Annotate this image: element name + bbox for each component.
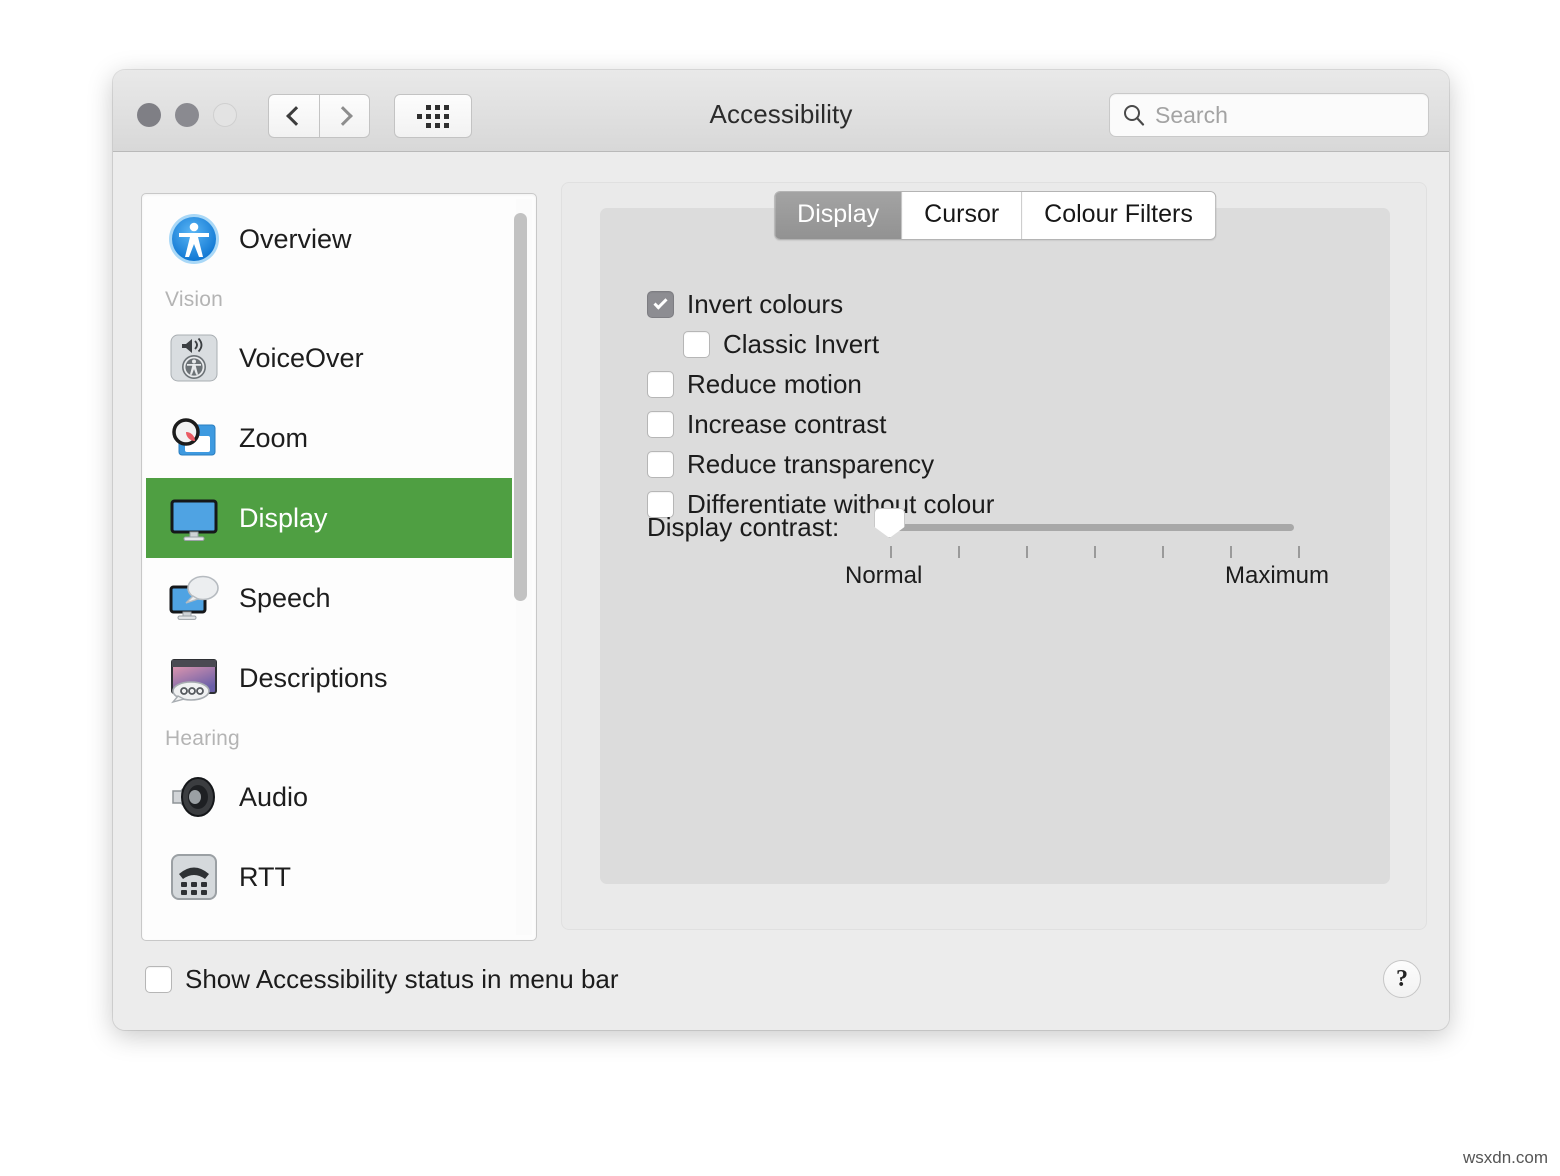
slider-tick [958,546,960,558]
sidebar-item-audio[interactable]: Audio [146,757,512,837]
search-placeholder: Search [1155,102,1228,129]
slider-tick [1298,546,1300,558]
sidebar-scrollbar-thumb[interactable] [514,213,527,601]
rtt-telephone-icon [163,846,225,908]
slider-tick [1230,546,1232,558]
sidebar-item-speech[interactable]: Speech [146,558,512,638]
checkbox-label: Increase contrast [687,409,886,440]
sidebar-list: Overview Vision [146,199,512,935]
tab-display[interactable]: Display [775,192,902,239]
checkbox-reduce-motion[interactable] [647,371,674,398]
sidebar-item-overview[interactable]: Overview [146,199,512,279]
checkbox-invert-colours[interactable] [647,291,674,318]
sidebar-item-label: Audio [239,782,308,813]
display-settings-pane: Display Cursor Colour Filters Invert col… [561,182,1427,930]
sidebar-scrollbar-track[interactable] [516,199,532,935]
display-monitor-icon [163,487,225,549]
settings-tabbar: Display Cursor Colour Filters [774,191,1216,240]
checkbox-row-reduce-transparency[interactable]: Reduce transparency [647,444,994,484]
zoom-magnifier-icon [163,407,225,469]
sidebar-item-voiceover[interactable]: VoiceOver [146,318,512,398]
search-field[interactable]: Search [1109,93,1429,137]
window-bottom-bar: Show Accessibility status in menu bar ? [113,942,1449,1030]
slider-tick [1162,546,1164,558]
accessibility-person-icon [163,208,225,270]
descriptions-icon [163,647,225,709]
checkbox-label: Reduce transparency [687,449,934,480]
slider-min-label: Normal [845,562,922,590]
display-contrast-label: Display contrast: [647,512,839,543]
sidebar-item-rtt[interactable]: RTT [146,837,512,917]
sidebar-item-descriptions[interactable]: Descriptions [146,638,512,718]
preferences-window: Accessibility Search [113,70,1449,1030]
sidebar-item-label: Descriptions [239,663,388,694]
sidebar-section-vision: Vision [146,279,512,318]
checkbox-classic-invert[interactable] [683,331,710,358]
help-button[interactable]: ? [1383,960,1421,998]
sidebar-item-label: VoiceOver [239,343,364,374]
slider-tick [890,546,892,558]
search-icon [1122,103,1146,127]
sidebar-item-label: Display [239,503,328,534]
checkbox-label: Reduce motion [687,369,862,400]
slider-tick [1026,546,1028,558]
display-contrast-knob[interactable] [874,508,905,538]
checkbox-label: Invert colours [687,289,843,320]
sidebar-item-label: Zoom [239,423,308,454]
sidebar-item-label: Speech [239,583,331,614]
watermark: wsxdn.com [1463,1148,1548,1168]
checkbox-row-classic-invert[interactable]: Classic Invert [647,324,994,364]
checkbox-row-reduce-motion[interactable]: Reduce motion [647,364,994,404]
slider-max-label: Maximum [1225,562,1329,590]
checkbox-label: Classic Invert [723,329,879,360]
display-options-list: Invert colours Classic Invert Reduce mot… [647,284,994,524]
checkbox-row-invert-colours[interactable]: Invert colours [647,284,994,324]
accessibility-sidebar: Overview Vision [141,193,537,941]
slider-tick [1094,546,1096,558]
checkbox-reduce-transparency[interactable] [647,451,674,478]
display-settings-box: Display Cursor Colour Filters Invert col… [600,208,1390,884]
show-accessibility-status-row[interactable]: Show Accessibility status in menu bar [145,964,619,995]
display-contrast-track[interactable] [891,524,1294,531]
show-accessibility-status-label: Show Accessibility status in menu bar [185,964,619,995]
window-body: Overview Vision [113,152,1449,1030]
sidebar-item-label: RTT [239,862,291,893]
voiceover-icon [163,327,225,389]
checkbox-increase-contrast[interactable] [647,411,674,438]
tab-cursor[interactable]: Cursor [902,192,1022,239]
tab-colour-filters[interactable]: Colour Filters [1022,192,1215,239]
window-titlebar: Accessibility Search [113,70,1449,152]
speech-bubble-monitor-icon [163,567,225,629]
checkbox-show-accessibility-status[interactable] [145,966,172,993]
sidebar-section-hearing: Hearing [146,718,512,757]
sidebar-item-zoom[interactable]: Zoom [146,398,512,478]
speaker-icon [163,766,225,828]
sidebar-item-label: Overview [239,224,352,255]
checkbox-row-increase-contrast[interactable]: Increase contrast [647,404,994,444]
sidebar-item-display[interactable]: Display [146,478,512,558]
